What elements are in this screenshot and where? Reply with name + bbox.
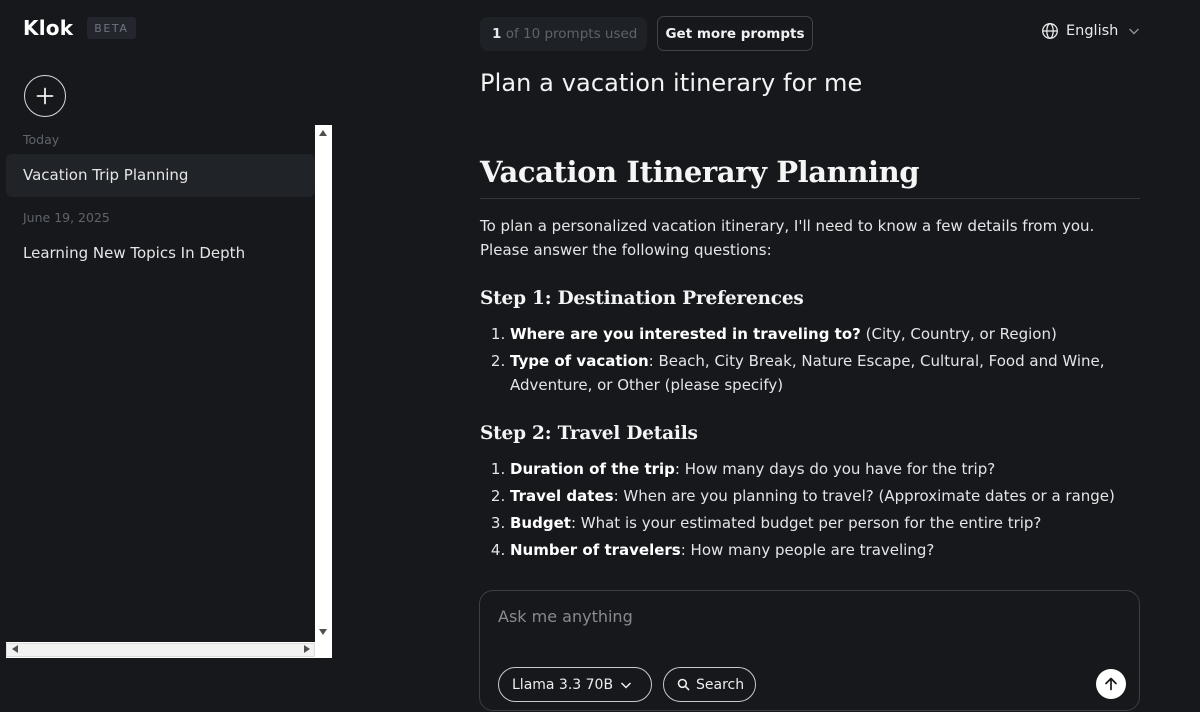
- prompts-used-count: 1: [492, 26, 502, 42]
- list-item: Type of vacation: Beach, City Break, Nat…: [510, 349, 1140, 397]
- list-item-bold: Duration of the trip: [510, 460, 675, 478]
- list-item-text: (City, Country, or Region): [860, 325, 1057, 343]
- step-2-list: Duration of the trip: How many days do y…: [480, 457, 1140, 562]
- chat-history-pane: Today Vacation Trip Planning June 19, 20…: [6, 125, 332, 658]
- answer-intro: To plan a personalized vacation itinerar…: [480, 217, 1095, 259]
- answer-title: Vacation Itinerary Planning: [480, 150, 1140, 199]
- chevron-down-icon: [621, 681, 632, 689]
- user-prompt: Plan a vacation itinerary for me: [480, 69, 863, 97]
- list-item-text: : How many days do you have for the trip…: [674, 460, 996, 478]
- list-item: Budget: What is your estimated budget pe…: [510, 511, 1140, 535]
- chat-history-list: Today Vacation Trip Planning June 19, 20…: [6, 125, 315, 642]
- brand: Klok BETA: [23, 16, 136, 40]
- prompt-usage-counter: 1 of 10 prompts used: [480, 17, 647, 51]
- search-label: Search: [696, 676, 745, 693]
- list-item: Where are you interested in traveling to…: [510, 322, 1140, 346]
- history-item-learning-new-topics[interactable]: Learning New Topics In Depth: [6, 232, 315, 275]
- search-toggle-button[interactable]: Search: [663, 667, 756, 702]
- horizontal-scrollbar[interactable]: [6, 642, 332, 658]
- list-item-text: : What is your estimated budget per pers…: [570, 514, 1042, 532]
- list-item-bold: Travel dates: [510, 487, 614, 505]
- horizontal-scroll-track[interactable]: [6, 643, 315, 657]
- language-label: English: [1066, 23, 1119, 39]
- model-selector[interactable]: Llama 3.3 70B: [498, 667, 652, 702]
- prompts-used-text: of 10 prompts used: [501, 26, 638, 42]
- scroll-left-arrow-icon[interactable]: [12, 645, 18, 653]
- assistant-answer: Vacation Itinerary Planning To plan a pe…: [480, 150, 1140, 562]
- scroll-up-arrow-icon[interactable]: [319, 130, 327, 136]
- list-item: Travel dates: When are you planning to t…: [510, 484, 1140, 508]
- plus-icon: [36, 87, 54, 105]
- model-label: Llama 3.3 70B: [512, 676, 614, 693]
- list-item-bold: Budget: [510, 514, 571, 532]
- sidebar: Klok BETA Today Vacation Trip Planning J…: [0, 0, 332, 712]
- section-heading-step-1: Step 1: Destination Preferences: [480, 288, 804, 309]
- list-item-bold: Type of vacation: [510, 352, 649, 370]
- beta-badge: BETA: [87, 17, 136, 39]
- step-1-list: Where are you interested in traveling to…: [480, 322, 1140, 397]
- list-item-bold: Where are you interested in traveling to…: [510, 325, 861, 343]
- section-heading-step-2: Step 2: Travel Details: [480, 423, 698, 444]
- list-item: Duration of the trip: How many days do y…: [510, 457, 1140, 481]
- chevron-down-icon: [1129, 28, 1140, 35]
- list-item-text: : When are you planning to travel? (Appr…: [613, 487, 1115, 505]
- scroll-right-arrow-icon[interactable]: [304, 645, 310, 653]
- new-chat-button[interactable]: [24, 75, 66, 117]
- send-button[interactable]: [1096, 669, 1126, 699]
- arrow-up-icon: [1105, 677, 1117, 691]
- get-more-prompts-button[interactable]: Get more prompts: [657, 16, 813, 51]
- list-item-bold: Number of travelers: [510, 541, 681, 559]
- scroll-down-arrow-icon[interactable]: [319, 629, 327, 635]
- globe-icon: [1042, 23, 1058, 39]
- history-group-june-19: June 19, 2025: [23, 210, 110, 225]
- history-item-vacation-trip-planning[interactable]: Vacation Trip Planning: [6, 154, 315, 197]
- vertical-scrollbar[interactable]: [315, 125, 332, 642]
- message-input[interactable]: [498, 603, 1098, 629]
- search-icon: [677, 678, 690, 691]
- list-item-text: : How many people are traveling?: [680, 541, 935, 559]
- history-group-today: Today: [23, 132, 60, 147]
- message-composer: Llama 3.3 70B Search: [479, 590, 1140, 711]
- list-item: Number of travelers: How many people are…: [510, 538, 1140, 562]
- language-selector[interactable]: English: [1041, 21, 1141, 41]
- brand-logo[interactable]: Klok: [23, 16, 73, 40]
